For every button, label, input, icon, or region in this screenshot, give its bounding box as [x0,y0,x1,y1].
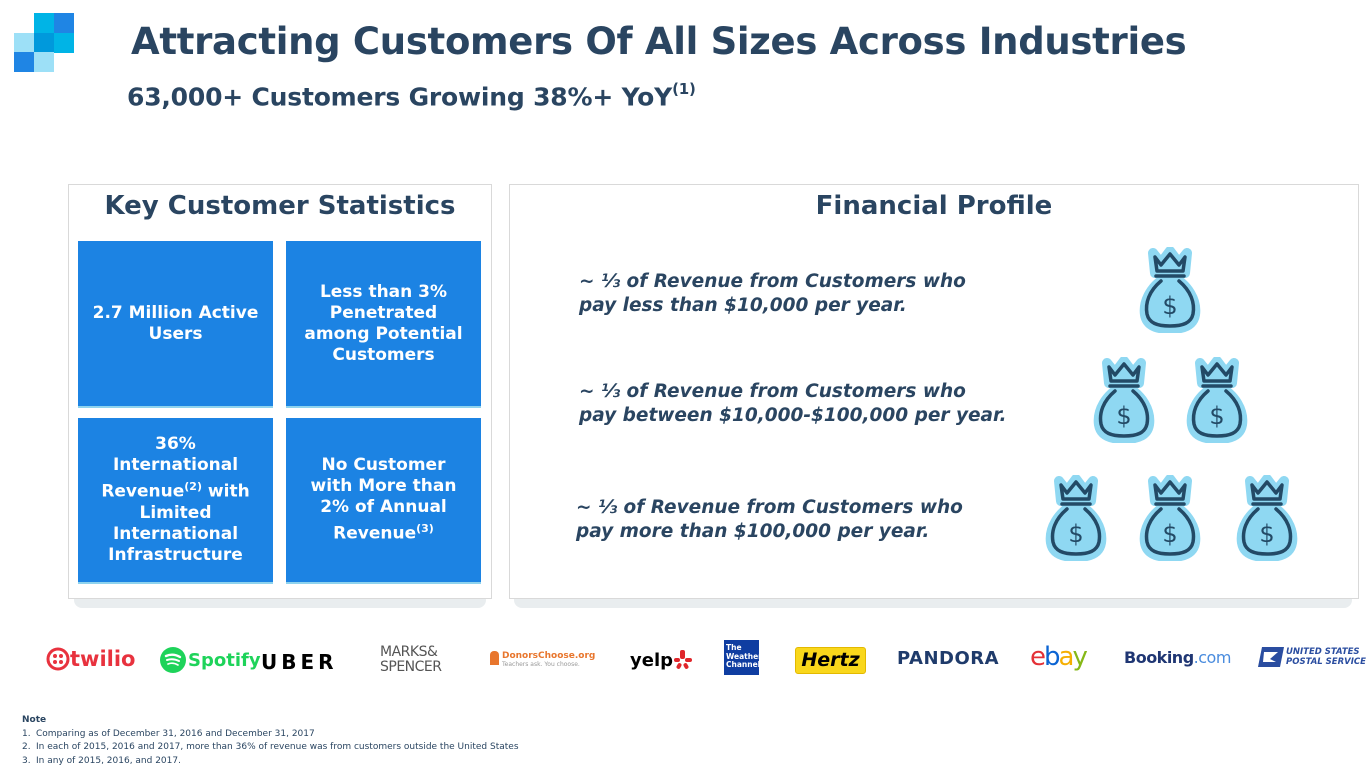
logo-square [34,13,54,33]
footnote-ref: (2) [184,480,202,494]
logo-marks-spencer: MARKS& SPENCER [380,645,442,675]
tier-line: ~ ⅓ of Revenue from Customers who [576,497,963,518]
logo-pandora: PANDORA [897,648,1000,669]
twilio-icon [46,647,70,671]
footnote-text: Comparing as of December 31, 2016 and De… [36,728,315,739]
logo-letter: a [1058,642,1075,672]
footnote-ref: (3) [416,522,434,536]
logo-twilio: twilio [46,647,135,671]
stat-text-part: No Customer with More than 2% of Annual … [310,455,457,544]
logo-square [14,52,34,72]
stat-card-penetration: Less than 3% Penetrated among Potential … [286,241,481,408]
eagle-icon [1258,647,1284,667]
stat-text: Less than 3% Penetrated among Potential … [304,281,463,365]
logo-hertz: Hertz [795,647,866,674]
panel-shadow [74,598,486,608]
revenue-tier-mid: ~ ⅓ of Revenue from Customers who pay be… [579,380,1007,428]
footnote-ref: (1) [672,80,696,98]
revenue-tier-large: ~ ⅓ of Revenue from Customers who pay mo… [576,496,963,544]
logo-text: SPENCER [380,659,442,675]
logo-square [54,13,74,33]
logo-square [14,33,34,53]
subtitle-text: 63,000+ Customers Growing 38%+ YoY [127,82,673,112]
logo-text: Channel [726,660,761,669]
stat-text: 36% International Revenue(2) with Limite… [90,434,261,566]
company-logo [14,13,74,72]
key-stats-title: Key Customer Statistics [104,191,456,221]
footnotes: Note 1. Comparing as of December 31, 2016… [22,714,519,768]
money-bag-icon: $ [1139,246,1201,334]
tier-line: pay between $10,000-$100,000 per year. [579,405,1007,426]
tier-line: pay more than $100,000 per year. [576,521,930,542]
logo-booking: Booking.com [1124,648,1231,667]
money-bag-icon: $ [1093,356,1155,444]
logo-weather-channel: The Weather Channel [724,640,762,675]
footnote-item: 2. In each of 2015, 2016 and 2017, more t… [22,741,519,755]
footnote-number: 2. [22,742,31,752]
footnote-text: In each of 2015, 2016 and 2017, more tha… [36,742,519,752]
logo-letter: e [1030,642,1046,672]
logo-text: POSTAL SERVICE [1286,657,1366,667]
logo-uber: UBER [261,650,338,674]
revenue-tier-small: ~ ⅓ of Revenue from Customers who pay le… [579,270,966,318]
tier-line: ~ ⅓ of Revenue from Customers who [579,271,966,292]
footnote-item: 3. In any of 2015, 2016, and 2017. [22,755,519,769]
money-bag-icon: $ [1139,474,1201,562]
logo-text: DonorsChoose.org [502,651,596,661]
logo-square [34,52,54,72]
money-bag-icon: $ [1186,356,1248,444]
logo-text: yelp [630,650,673,671]
panel-shadow [514,598,1352,608]
svg-text:$: $ [1068,520,1083,548]
stat-card-international-revenue: 36% International Revenue(2) with Limite… [78,418,273,584]
stat-text: No Customer with More than 2% of Annual … [298,455,469,545]
logo-text: Booking [1124,648,1194,667]
logo-text: Spotify [188,649,261,671]
footnote-number: 1. [22,728,31,739]
yelp-burst-icon [674,650,692,669]
stat-card-customer-concentration: No Customer with More than 2% of Annual … [286,418,481,584]
notes-heading: Note [22,715,47,725]
money-bag-icon: $ [1045,474,1107,562]
svg-text:$: $ [1162,292,1177,320]
logo-square [34,33,54,53]
logo-donorschoose: DonorsChoose.org Teachers ask. You choos… [490,651,595,670]
svg-text:$: $ [1162,520,1177,548]
logo-text: .com [1193,648,1232,667]
logo-letter: y [1072,642,1087,672]
tier-line: pay less than $10,000 per year. [579,295,907,316]
svg-text:$: $ [1209,402,1224,430]
svg-text:$: $ [1259,520,1274,548]
logo-spotify: Spotify [160,647,261,673]
stat-card-active-users: 2.7 Million Active Users [78,241,273,408]
logo-text: twilio [70,647,136,671]
logo-usps: UNITED STATES POSTAL SERVICE [1258,647,1366,667]
logo-ebay: ebay [1030,642,1088,672]
tier-line: ~ ⅓ of Revenue from Customers who [579,381,966,402]
chair-icon [490,651,499,665]
logo-letter: b [1044,642,1060,672]
logo-yelp: yelp [630,650,692,671]
stat-text: 2.7 Million Active Users [92,302,259,344]
page-title: Attracting Customers Of All Sizes Across… [131,20,1187,63]
svg-text:$: $ [1116,402,1131,430]
page-subtitle: 63,000+ Customers Growing 38%+ YoY(1) [127,80,696,112]
footnote-number: 3. [22,755,31,766]
money-bag-icon: $ [1236,474,1298,562]
financial-profile-title: Financial Profile [815,191,1053,221]
logo-text: Teachers ask. You choose. [502,661,580,668]
spotify-icon [160,647,186,673]
logo-text: MARKS& [380,644,438,660]
footnote-item: 1. Comparing as of December 31, 2016 and … [22,728,519,742]
logo-text: UNITED STATES [1286,647,1360,657]
footnote-text: In any of 2015, 2016, and 2017. [36,755,181,766]
logo-square [54,33,74,53]
